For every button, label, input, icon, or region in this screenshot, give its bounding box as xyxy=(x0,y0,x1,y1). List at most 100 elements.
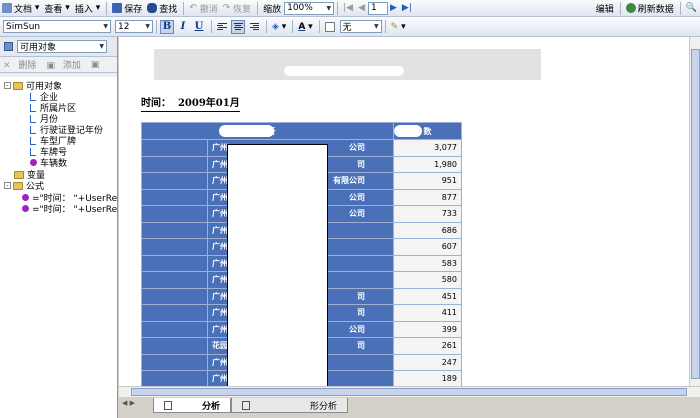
chevron-down-icon: ▼ xyxy=(103,23,108,30)
company-suffix: 有限公司 xyxy=(333,176,365,186)
table-cell-count[interactable]: 686 xyxy=(393,221,462,239)
time-label: 时间： xyxy=(141,98,171,109)
font-size-select[interactable]: 12 ▼ xyxy=(115,20,153,33)
tree-node-measure[interactable]: 车辆数 xyxy=(30,157,67,169)
border-select[interactable] xyxy=(323,19,339,34)
prev-page-button[interactable]: ◀ xyxy=(356,1,367,16)
search-button[interactable]: 🔍 xyxy=(684,1,699,16)
table-cell-blank[interactable] xyxy=(141,254,208,272)
redo-icon: ↷ xyxy=(222,3,234,13)
table-cell-count[interactable]: 451 xyxy=(393,287,462,305)
first-page-button[interactable]: |◀ xyxy=(341,1,355,16)
redaction xyxy=(284,66,404,76)
table-cell-count[interactable]: 951 xyxy=(393,172,462,190)
tree-node-label: ="时间： "+UserRes xyxy=(32,205,117,215)
edit-button[interactable]: 编辑 xyxy=(594,1,616,16)
view-menu[interactable]: 查看 ▾ xyxy=(42,1,71,16)
vertical-scrollbar[interactable] xyxy=(689,37,700,386)
line-color-button[interactable]: ✎ ▾ xyxy=(389,19,408,34)
table-cell-count[interactable]: 733 xyxy=(393,205,462,223)
insert-menu[interactable]: 插入 ▾ xyxy=(73,1,102,16)
table-cell-blank[interactable] xyxy=(141,155,208,173)
zoom-select[interactable]: 100% ▼ xyxy=(284,1,335,15)
table-cell-blank[interactable] xyxy=(141,353,208,371)
table-cell-count[interactable]: 580 xyxy=(393,271,462,289)
next-page-button[interactable]: ▶ xyxy=(388,1,399,16)
tree-node-formula[interactable]: ="时间： "+UserRes xyxy=(22,203,117,215)
align-left-button[interactable] xyxy=(215,20,229,34)
table-cell-blank[interactable] xyxy=(141,188,208,206)
align-center-button[interactable] xyxy=(231,19,245,34)
formula-icon xyxy=(22,194,29,201)
document-menu[interactable]: 文档 ▾ xyxy=(0,1,41,16)
folder-icon xyxy=(14,170,24,179)
field-icon xyxy=(30,147,36,156)
tree-node-formulas[interactable]: - 公式 xyxy=(4,180,44,192)
table-cell-blank[interactable] xyxy=(141,172,208,190)
font-color-button[interactable]: A ▾ xyxy=(296,19,314,34)
fill-color-button[interactable]: ◈ ▾ xyxy=(270,19,288,34)
table-cell-blank[interactable] xyxy=(141,271,208,289)
horizontal-scrollbar[interactable] xyxy=(119,386,700,397)
tab-navigation[interactable]: ◀ ▶ xyxy=(122,399,135,407)
font-select[interactable]: SimSun ▼ xyxy=(3,20,111,33)
separator xyxy=(292,20,294,33)
collapse-icon[interactable]: - xyxy=(4,182,11,189)
align-right-button[interactable] xyxy=(247,20,261,34)
report-canvas: 时间： 2009年01月 分析 数 广州公司3,077广州司1,980广州有限公… xyxy=(119,37,689,386)
scrollbar-thumb[interactable] xyxy=(691,49,700,379)
folder-icon xyxy=(13,81,23,90)
refresh-button[interactable]: 刷新数据 xyxy=(624,1,676,16)
tab-report-1[interactable]: 分析 xyxy=(153,398,232,413)
table-cell-count[interactable]: 189 xyxy=(393,370,462,386)
table-cell-blank[interactable] xyxy=(141,139,208,157)
italic-button[interactable]: I xyxy=(176,20,190,34)
table-cell-blank[interactable] xyxy=(141,238,208,256)
table-cell-blank[interactable] xyxy=(141,205,208,223)
redo-button[interactable]: ↷ 恢复 xyxy=(221,1,253,16)
save-button[interactable]: 保存 xyxy=(110,1,144,16)
page-input[interactable]: 1 xyxy=(368,1,388,15)
formula-icon xyxy=(22,205,29,212)
page-value: 1 xyxy=(371,3,377,13)
table-cell-blank[interactable] xyxy=(141,370,208,386)
table-cell-count[interactable]: 877 xyxy=(393,188,462,206)
collapse-icon[interactable]: - xyxy=(4,82,11,89)
tab-report-2[interactable]: 形分析 xyxy=(231,398,349,413)
table-cell-count[interactable]: 3,077 xyxy=(393,139,462,157)
table-cell-count[interactable]: 261 xyxy=(393,337,462,355)
underline-button[interactable]: U xyxy=(192,20,206,34)
table-cell-count[interactable]: 247 xyxy=(393,353,462,371)
company-prefix: 广州 xyxy=(212,324,228,334)
table-cell-blank[interactable] xyxy=(141,337,208,355)
last-page-button[interactable]: ▶| xyxy=(400,1,414,16)
table-cell-blank[interactable] xyxy=(141,304,208,322)
more-button[interactable]: ▣ xyxy=(91,60,100,70)
delete-button[interactable]: ✕ 删除 xyxy=(3,58,41,71)
undo-button[interactable]: ↶ 撤消 xyxy=(187,1,219,16)
edit-label: 编辑 xyxy=(595,4,614,15)
tab-label: 形分析 xyxy=(310,401,338,412)
table-cell-blank[interactable] xyxy=(141,320,208,338)
table-cell-count[interactable]: 583 xyxy=(393,254,462,272)
border-style-select[interactable]: 无 ▼ xyxy=(339,20,382,33)
table-cell-count[interactable]: 607 xyxy=(393,238,462,256)
separator xyxy=(183,1,185,15)
object-type-select[interactable]: 可用对象 ▼ xyxy=(17,40,107,53)
separator xyxy=(156,20,157,33)
object-tree: - 可用对象 企业 所属片区 月份 行驶证登记年份 车型厂牌 车牌号 车辆数 变量… xyxy=(0,77,117,418)
table-cell-count[interactable]: 411 xyxy=(393,304,462,322)
table-cell-blank[interactable] xyxy=(141,221,208,239)
table-cell-blank[interactable] xyxy=(141,287,208,305)
bold-button[interactable]: B xyxy=(160,19,174,34)
table-cell-count[interactable]: 399 xyxy=(393,320,462,338)
add-button[interactable]: ▣ 添加 xyxy=(46,58,85,71)
tab-label: 分析 xyxy=(202,401,221,412)
company-suffix: 公司 xyxy=(349,324,365,334)
report-time-row[interactable]: 时间： 2009年01月 xyxy=(141,94,240,112)
scrollbar-thumb[interactable] xyxy=(131,388,687,396)
find-button[interactable]: 查找 xyxy=(145,1,179,16)
table-cell-count[interactable]: 1,980 xyxy=(393,155,462,173)
company-suffix: 公司 xyxy=(349,192,365,202)
company-suffix: 司 xyxy=(357,291,365,301)
